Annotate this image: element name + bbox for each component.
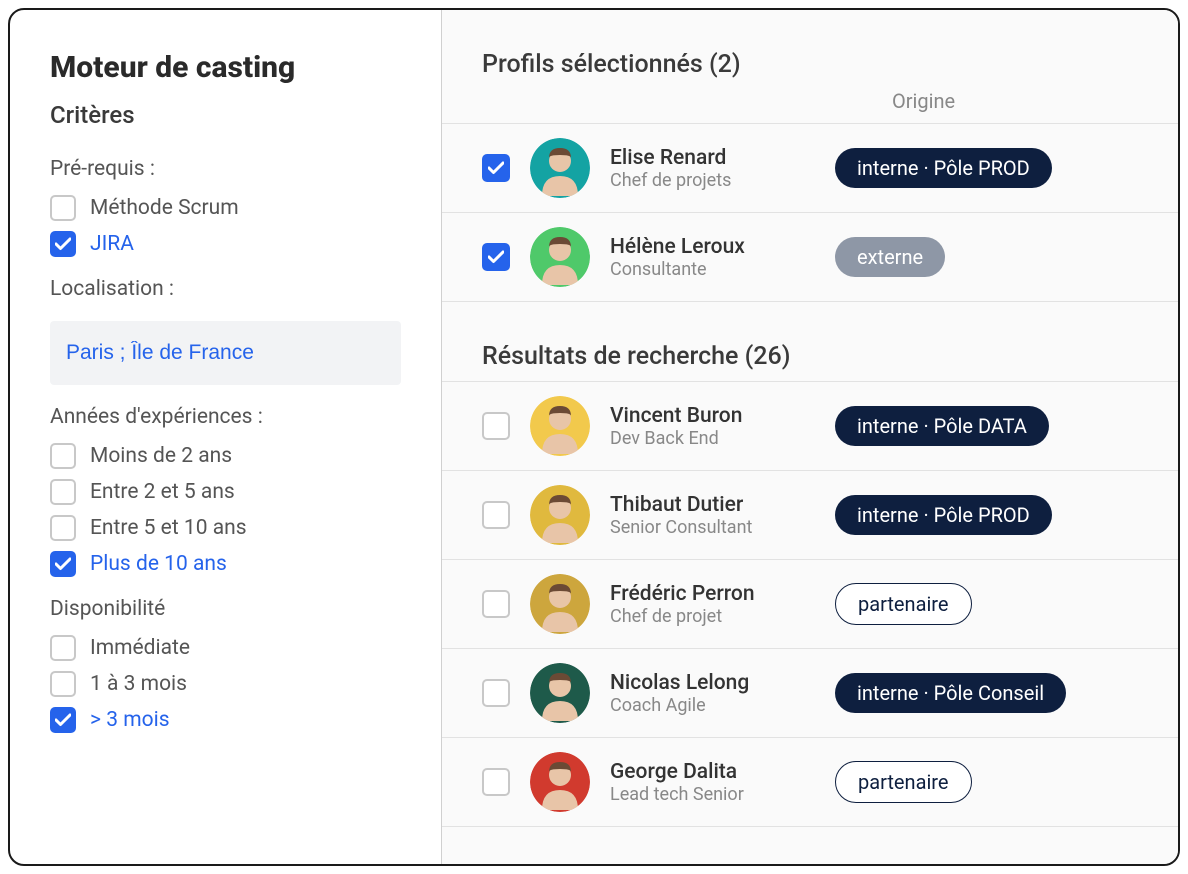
filter-option[interactable]: JIRA [50,231,401,257]
origin-badge: interne · Pôle DATA [835,406,1049,446]
person-role: Dev Back End [610,428,815,449]
filter-option-label: Entre 5 et 10 ans [90,516,247,540]
select-checkbox[interactable] [482,501,510,529]
avatar [530,396,590,456]
origin-badge: interne · Pôle PROD [835,495,1052,535]
person-info: Vincent BuronDev Back End [610,404,815,449]
experience-label: Années d'expériences : [50,405,401,429]
person-role: Chef de projets [610,170,815,191]
filter-option[interactable]: Méthode Scrum [50,195,401,221]
filter-option[interactable]: Entre 5 et 10 ans [50,515,401,541]
person-role: Senior Consultant [610,517,815,538]
location-input[interactable] [50,321,401,385]
checkbox[interactable] [50,231,76,257]
filter-option-label: Entre 2 et 5 ans [90,480,235,504]
select-checkbox[interactable] [482,243,510,271]
results-section: Résultats de recherche (26) Vincent Buro… [442,342,1178,827]
profile-row[interactable]: Hélène LerouxConsultante externe [442,213,1178,302]
avatar [530,752,590,812]
person-role: Chef de projet [610,606,815,627]
checkbox[interactable] [50,671,76,697]
availability-list: Immédiate 1 à 3 mois > 3 mois [50,635,401,733]
person-info: George DalitaLead tech Senior [610,760,815,805]
person-role: Coach Agile [610,695,815,716]
location-label: Localisation : [50,277,401,301]
selected-list: Elise RenardChef de projets interne · Pôl… [442,123,1178,302]
checkbox[interactable] [50,515,76,541]
avatar [530,138,590,198]
person-name: Vincent Buron [610,404,815,428]
sidebar-filters: Moteur de casting Critères Pré-requis : … [10,10,442,864]
origin-badge: interne · Pôle Conseil [835,673,1066,713]
filter-option-label: Plus de 10 ans [90,552,227,576]
person-info: Elise RenardChef de projets [610,146,815,191]
person-name: Elise Renard [610,146,815,170]
profile-row[interactable]: Frédéric PerronChef de projet partenaire [442,560,1178,649]
profile-row[interactable]: George DalitaLead tech Senior partenaire [442,738,1178,827]
filter-option-label: Immédiate [90,636,190,660]
person-role: Lead tech Senior [610,784,815,805]
prereq-list: Méthode Scrum JIRA [50,195,401,257]
criteria-subtitle: Critères [50,101,401,129]
selected-header: Profils sélectionnés (2) Origine [442,50,1178,123]
filter-option[interactable]: Immédiate [50,635,401,661]
origin-badge: interne · Pôle PROD [835,148,1052,188]
filter-option[interactable]: Moins de 2 ans [50,443,401,469]
checkbox[interactable] [50,195,76,221]
origin-column-header: Origine [482,89,1138,123]
profile-row[interactable]: Thibaut DutierSenior Consultant interne ·… [442,471,1178,560]
avatar [530,227,590,287]
checkbox[interactable] [50,479,76,505]
app-container: Moteur de casting Critères Pré-requis : … [8,8,1180,866]
experience-list: Moins de 2 ans Entre 2 et 5 ans Entre 5 et… [50,443,401,577]
avatar [530,663,590,723]
filter-option-label: JIRA [90,232,134,256]
main-panel: Profils sélectionnés (2) Origine Elise R… [442,10,1178,864]
origin-badge: partenaire [835,761,972,803]
select-checkbox[interactable] [482,679,510,707]
availability-label: Disponibilité [50,597,401,621]
results-list: Vincent BuronDev Back End interne · Pôle … [442,381,1178,827]
person-name: Frédéric Perron [610,582,815,606]
filter-option[interactable]: Plus de 10 ans [50,551,401,577]
person-name: Hélène Leroux [610,235,815,259]
filter-option-label: Méthode Scrum [90,196,239,220]
selected-title: Profils sélectionnés (2) [482,50,1138,79]
prereq-label: Pré-requis : [50,157,401,181]
select-checkbox[interactable] [482,412,510,440]
person-name: George Dalita [610,760,815,784]
person-name: Thibaut Dutier [610,493,815,517]
origin-badge: partenaire [835,583,972,625]
page-title: Moteur de casting [50,50,401,85]
person-info: Hélène LerouxConsultante [610,235,815,280]
select-checkbox[interactable] [482,768,510,796]
person-info: Nicolas LelongCoach Agile [610,671,815,716]
checkbox[interactable] [50,707,76,733]
filter-option[interactable]: Entre 2 et 5 ans [50,479,401,505]
person-info: Thibaut DutierSenior Consultant [610,493,815,538]
person-name: Nicolas Lelong [610,671,815,695]
filter-option[interactable]: 1 à 3 mois [50,671,401,697]
filter-option-label: 1 à 3 mois [90,672,187,696]
checkbox[interactable] [50,551,76,577]
filter-option-label: Moins de 2 ans [90,444,232,468]
avatar [530,485,590,545]
profile-row[interactable]: Nicolas LelongCoach Agile interne · Pôle … [442,649,1178,738]
origin-badge: externe [835,237,945,277]
avatar [530,574,590,634]
profile-row[interactable]: Vincent BuronDev Back End interne · Pôle … [442,382,1178,471]
filter-option[interactable]: > 3 mois [50,707,401,733]
checkbox[interactable] [50,443,76,469]
profile-row[interactable]: Elise RenardChef de projets interne · Pôl… [442,124,1178,213]
person-info: Frédéric PerronChef de projet [610,582,815,627]
filter-option-label: > 3 mois [90,708,170,732]
select-checkbox[interactable] [482,154,510,182]
person-role: Consultante [610,259,815,280]
select-checkbox[interactable] [482,590,510,618]
results-title: Résultats de recherche (26) [482,342,1138,371]
checkbox[interactable] [50,635,76,661]
